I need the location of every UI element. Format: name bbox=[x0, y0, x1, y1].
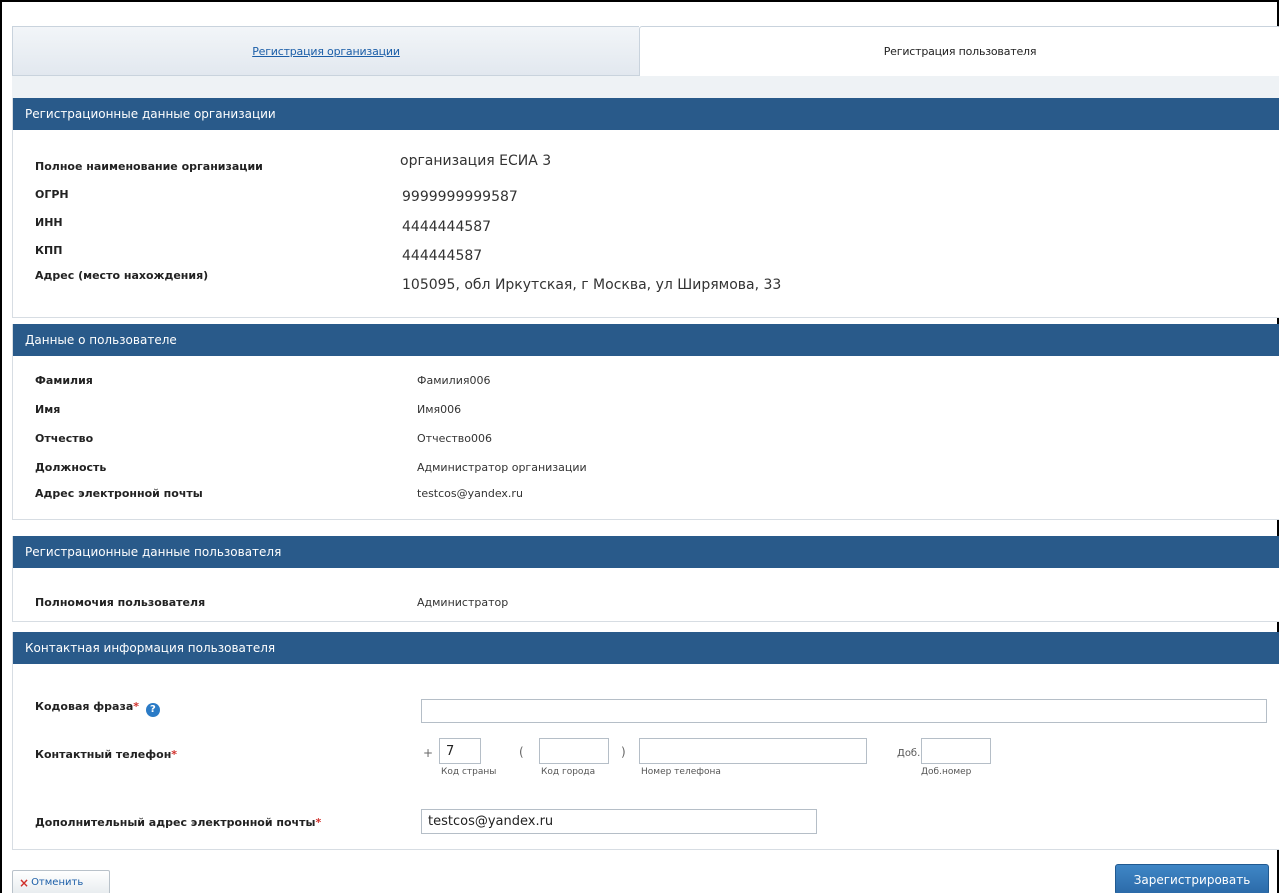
contact-section-header: Контактная информация пользователя bbox=[13, 632, 1279, 664]
email-value: testcos@yandex.ru bbox=[417, 487, 523, 500]
inn-label: ИНН bbox=[35, 216, 63, 229]
ext-input[interactable] bbox=[921, 738, 991, 764]
extra-email-input[interactable] bbox=[421, 809, 817, 834]
code-phrase-label-text: Кодовая фраза bbox=[35, 700, 134, 713]
register-button[interactable]: Зарегистрировать bbox=[1115, 864, 1269, 893]
ext-label: Доб. bbox=[897, 748, 921, 759]
cancel-icon: × bbox=[19, 875, 30, 890]
permissions-value: Администратор bbox=[417, 596, 509, 609]
permissions-label: Полномочия пользователя bbox=[35, 596, 206, 609]
org-name-value: организация ЕСИА 3 bbox=[400, 153, 552, 169]
required-mark: * bbox=[315, 816, 322, 829]
name-value: Имя006 bbox=[417, 403, 462, 416]
page: Регистрация организации Регистрация поль… bbox=[0, 0, 1279, 893]
kpp-value: 444444587 bbox=[402, 248, 483, 264]
city-code-hint: Код города bbox=[541, 767, 596, 777]
patronymic-value: Отчество006 bbox=[417, 432, 492, 445]
register-button-label: Зарегистрировать bbox=[1133, 872, 1251, 887]
phone-number-hint: Номер телефона bbox=[641, 767, 721, 777]
position-label: Должность bbox=[35, 461, 107, 474]
surname-value: Фамилия006 bbox=[417, 374, 491, 387]
surname-label: Фамилия bbox=[35, 374, 93, 387]
email-label: Адрес электронной почты bbox=[35, 487, 203, 500]
required-mark: * bbox=[171, 748, 178, 761]
open-paren: ( bbox=[519, 745, 524, 759]
help-icon[interactable]: ? bbox=[145, 703, 160, 717]
tab-org-registration-label[interactable]: Регистрация организации bbox=[252, 45, 400, 58]
org-section: Регистрационные данные организации Полно… bbox=[12, 98, 1279, 318]
phone-number-input[interactable] bbox=[639, 738, 867, 764]
ogrn-label: ОГРН bbox=[35, 188, 69, 201]
phone-plus-sign: + bbox=[423, 746, 434, 760]
city-code-input[interactable] bbox=[539, 738, 609, 764]
user-section-header: Данные о пользователе bbox=[13, 324, 1279, 356]
user-section: Данные о пользователе Фамилия Фамилия006… bbox=[12, 324, 1279, 520]
address-value: 105095, обл Иркутская, г Москва, ул Ширя… bbox=[402, 277, 782, 293]
phone-label-text: Контактный телефон bbox=[35, 748, 172, 761]
contact-section: Контактная информация пользователя Кодов… bbox=[12, 632, 1279, 850]
position-value: Администратор организации bbox=[417, 461, 587, 474]
tab-bar: Регистрация организации Регистрация поль… bbox=[12, 26, 1279, 76]
ogrn-value: 9999999999587 bbox=[402, 189, 518, 205]
org-name-label: Полное наименование организации bbox=[35, 160, 263, 173]
address-label: Адрес (место нахождения) bbox=[35, 269, 209, 282]
name-label: Имя bbox=[35, 403, 61, 416]
phone-label: Контактный телефон* bbox=[35, 748, 177, 761]
inn-value: 4444444587 bbox=[402, 219, 492, 235]
org-section-header: Регистрационные данные организации bbox=[13, 98, 1279, 130]
user-reg-section: Регистрационные данные пользователя Полн… bbox=[12, 536, 1279, 622]
cancel-button-label: Отменить bbox=[31, 877, 84, 888]
cancel-button[interactable]: × Отменить bbox=[12, 870, 110, 893]
patronymic-label: Отчество bbox=[35, 432, 94, 445]
code-phrase-input[interactable] bbox=[421, 699, 1267, 723]
tab-user-registration[interactable]: Регистрация пользователя bbox=[639, 26, 1279, 76]
user-reg-section-header: Регистрационные данные пользователя bbox=[13, 536, 1279, 568]
extra-email-label-text: Дополнительный адрес электронной почты bbox=[35, 816, 316, 829]
tab-content-strip bbox=[12, 76, 1279, 98]
extra-email-label: Дополнительный адрес электронной почты* bbox=[35, 816, 321, 829]
country-code-input[interactable] bbox=[439, 738, 481, 764]
ext-hint: Доб.номер bbox=[921, 767, 972, 777]
tab-user-registration-label: Регистрация пользователя bbox=[883, 45, 1037, 58]
kpp-label: КПП bbox=[35, 244, 63, 257]
required-mark: * bbox=[133, 700, 140, 713]
code-phrase-label: Кодовая фраза* ? bbox=[35, 700, 160, 717]
country-code-hint: Код страны bbox=[441, 767, 497, 777]
close-paren: ) bbox=[621, 745, 626, 759]
tab-org-registration[interactable]: Регистрация организации bbox=[12, 26, 639, 76]
